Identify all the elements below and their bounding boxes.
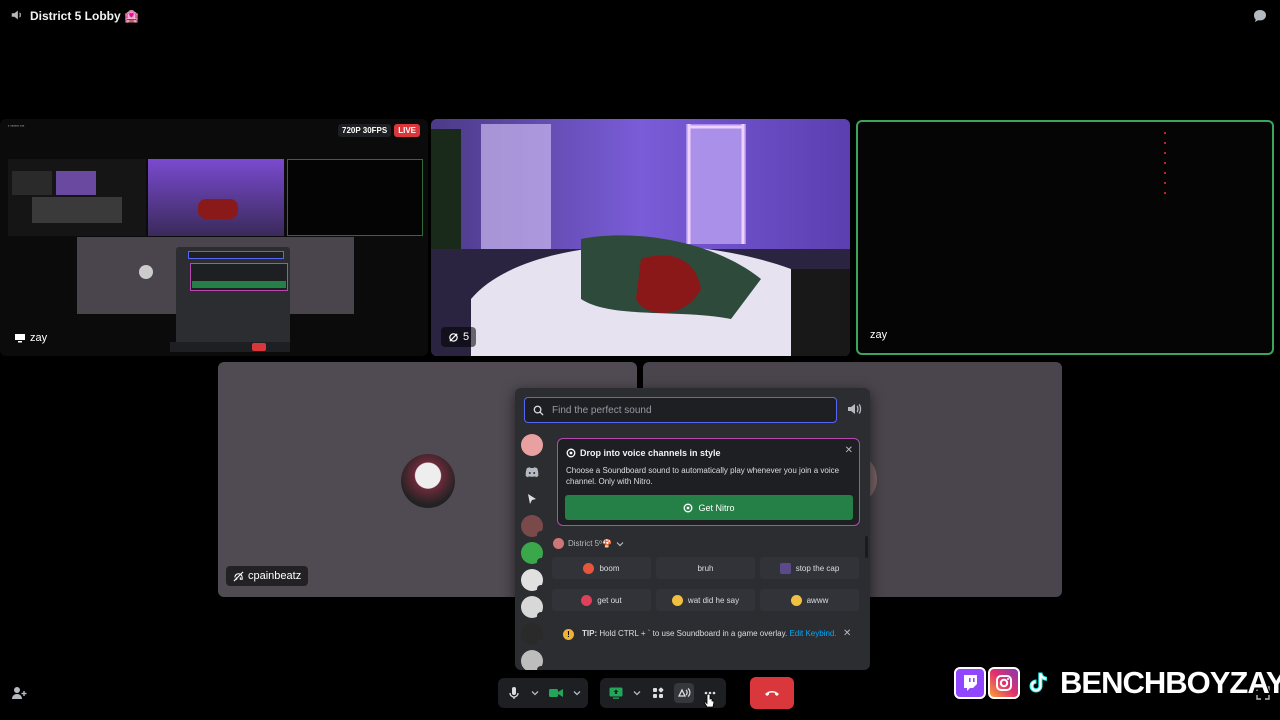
rail-server-avatar[interactable] — [521, 569, 545, 593]
rail-favorites-avatar[interactable] — [521, 434, 543, 456]
soundboard-tip: ! TIP: Hold CTRL + ` to use Soundboard i… — [563, 628, 853, 640]
disconnect-button[interactable] — [750, 677, 794, 709]
phone-hangup-icon — [765, 691, 779, 696]
twitch-logo-icon — [954, 667, 986, 699]
nested-share-tile — [8, 159, 146, 236]
nested-dark-tile — [287, 159, 423, 236]
rail-server-avatar[interactable] — [521, 623, 545, 647]
speaker-icon — [11, 10, 21, 20]
streamer-handle: BENCHBOYZAY — [1059, 664, 1280, 701]
nitro-icon — [566, 448, 576, 458]
chevron-down-icon — [573, 691, 581, 696]
guild-icon — [553, 538, 564, 549]
led-strip-light — [1164, 132, 1166, 194]
watchers-pill: 5 — [441, 327, 477, 347]
camera-feed-image — [431, 119, 850, 356]
discord-logo-icon[interactable] — [521, 461, 543, 483]
nitro-promo-card: Drop into voice channels in style Choose… — [557, 438, 860, 526]
scrollbar[interactable] — [865, 536, 868, 558]
screenshare-name: zay — [14, 332, 47, 344]
mouse-pointer-icon — [704, 694, 715, 708]
nested-channel-title: ▪ ▪▪▪▪▪▪ ▪▪▪ — [8, 123, 25, 128]
muted-headset-icon — [233, 571, 244, 581]
invite-user-icon[interactable] — [11, 686, 27, 700]
screen-share-icon — [609, 687, 623, 699]
activities-button[interactable] — [648, 683, 668, 703]
user-name-pill: cpainbeatz — [226, 566, 309, 586]
sound-grid: boom bruh stop the cap get out wat did h… — [552, 557, 859, 611]
mic-options-chevron[interactable] — [530, 683, 540, 703]
avatar — [401, 454, 455, 508]
camera-tile[interactable]: 5 — [431, 119, 850, 356]
sound-button-bruh[interactable]: bruh — [656, 557, 755, 579]
video-camera-icon — [549, 689, 563, 697]
sound-button-get-out[interactable]: get out — [552, 589, 651, 611]
sound-search-field[interactable] — [524, 397, 837, 423]
sound-button-boom[interactable]: boom — [552, 557, 651, 579]
close-icon[interactable]: ✕ — [843, 628, 851, 639]
stream-badges: 720P 30FPS LIVE — [338, 124, 420, 137]
rail-cursor-avatar[interactable] — [521, 488, 545, 512]
dark-video-tile[interactable]: zay — [856, 120, 1274, 355]
microphone-icon — [509, 687, 519, 699]
promo-title: Drop into voice channels in style — [566, 448, 721, 458]
sound-button-awww[interactable]: awww — [760, 589, 859, 611]
channel-title: District 5 Lobby 🏩 — [30, 9, 139, 23]
nitro-icon — [684, 503, 693, 512]
tiktok-logo-icon — [1022, 667, 1054, 699]
screen-share-button[interactable] — [606, 683, 626, 703]
search-icon — [533, 405, 544, 416]
edit-keybind-link[interactable]: Edit Keybind. — [789, 629, 836, 638]
rail-server-avatar[interactable] — [521, 515, 545, 539]
get-nitro-button[interactable]: Get Nitro — [565, 495, 853, 520]
warning-icon: ! — [563, 629, 574, 640]
quality-badge: 720P 30FPS — [338, 124, 392, 137]
guild-rail — [521, 434, 545, 670]
nested-camera-tile — [148, 159, 284, 236]
soundboard-icon — [677, 687, 690, 697]
streamer-brand-overlay: BENCHBOYZAY — [954, 664, 1280, 702]
activities-icon — [653, 687, 664, 698]
close-icon[interactable]: ✕ — [845, 445, 853, 456]
nested-soundboard — [176, 247, 290, 347]
call-header: District 5 Lobby 🏩 — [0, 0, 1280, 32]
rail-server-avatar[interactable] — [521, 650, 545, 670]
guild-section-header[interactable]: District 5º🍄 — [553, 538, 624, 549]
sound-button-stop-the-cap[interactable]: stop the cap — [760, 557, 859, 579]
camera-button[interactable] — [546, 683, 566, 703]
soundboard-popup: Drop into voice channels in style Choose… — [515, 388, 870, 670]
nested-controls — [170, 342, 290, 352]
camera-options-chevron[interactable] — [572, 683, 582, 703]
stream-viewers-icon — [449, 332, 458, 342]
chevron-down-icon — [616, 541, 624, 546]
chevron-down-icon — [633, 691, 641, 696]
sound-button-wat-did-he-say[interactable]: wat did he say — [656, 589, 755, 611]
microphone-button[interactable] — [504, 683, 524, 703]
sad-face-icon — [790, 594, 802, 606]
screenshare-tile[interactable]: ▪ ▪▪▪▪▪▪ ▪▪▪ 720P 30FPS LIVE zay — [0, 119, 428, 356]
rail-server-avatar[interactable] — [521, 542, 545, 566]
rail-server-avatar[interactable] — [521, 596, 545, 620]
sound-search-input[interactable] — [552, 404, 822, 416]
audio-video-controls — [498, 678, 588, 708]
volume-icon[interactable] — [846, 401, 862, 417]
screen-share-icon — [15, 334, 25, 343]
chevron-down-icon — [531, 691, 539, 696]
instagram-logo-icon — [988, 667, 1020, 699]
confused-face-icon — [671, 594, 683, 606]
chat-bubble-icon[interactable] — [1252, 8, 1268, 24]
custom-emoji-icon — [779, 562, 791, 574]
share-options-chevron[interactable] — [632, 683, 642, 703]
explosion-icon — [583, 562, 595, 574]
angry-face-icon — [581, 594, 593, 606]
dark-tile-name: zay — [870, 329, 888, 341]
soundboard-button[interactable] — [674, 683, 694, 703]
live-badge: LIVE — [394, 124, 420, 137]
promo-body: Choose a Soundboard sound to automatical… — [566, 466, 840, 486]
